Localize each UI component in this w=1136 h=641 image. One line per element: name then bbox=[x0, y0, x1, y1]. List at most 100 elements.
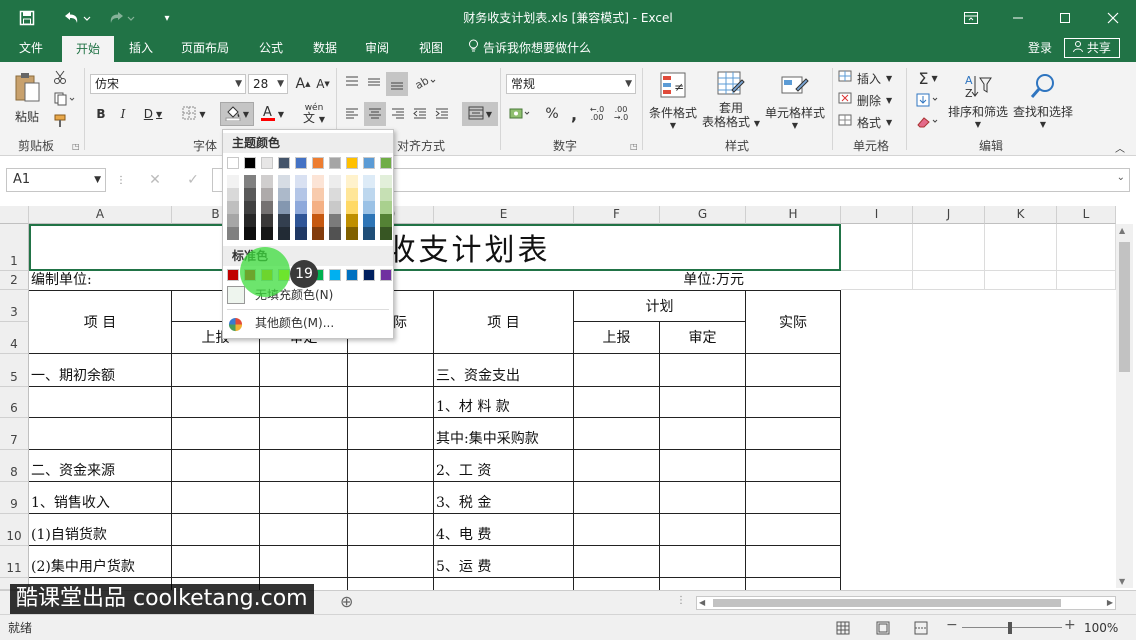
value-cell[interactable] bbox=[574, 482, 660, 514]
value-cell[interactable] bbox=[660, 578, 746, 590]
value-cell[interactable] bbox=[172, 546, 260, 578]
number-format-combo[interactable]: 常规 ▼ bbox=[506, 74, 636, 94]
row-header[interactable]: 3 bbox=[0, 290, 29, 322]
theme-shade-swatch[interactable] bbox=[278, 227, 290, 240]
phonetic-button[interactable]: wén 文 ▼ bbox=[296, 102, 332, 126]
format-painter-icon[interactable] bbox=[50, 112, 70, 130]
enter-edit-icon[interactable]: ✓ bbox=[178, 170, 208, 190]
right-item-cell[interactable]: 2、工 资 bbox=[434, 450, 574, 482]
column-header[interactable]: L bbox=[1057, 206, 1116, 224]
value-cell[interactable] bbox=[172, 450, 260, 482]
theme-shade-swatch[interactable] bbox=[278, 201, 290, 214]
value-cell[interactable] bbox=[574, 418, 660, 450]
value-cell[interactable] bbox=[574, 354, 660, 387]
row-header[interactable]: 5 bbox=[0, 354, 29, 387]
theme-color-swatch[interactable] bbox=[227, 157, 239, 169]
row-header[interactable]: 2 bbox=[0, 271, 29, 290]
format-cells-button[interactable]: 格式 ▼ bbox=[838, 112, 900, 132]
theme-shade-swatch[interactable] bbox=[312, 214, 324, 227]
theme-shade-swatch[interactable] bbox=[329, 175, 341, 188]
row-header[interactable]: 11 bbox=[0, 546, 29, 578]
align-center-icon[interactable] bbox=[364, 102, 386, 126]
theme-shade-swatch[interactable] bbox=[329, 188, 341, 201]
worksheet-grid[interactable]: A B C D E F G H I J K L 1 2 3 4 5 6 7 8 … bbox=[0, 206, 1136, 590]
sort-filter-button[interactable]: AZ 排序和筛选 ▼ bbox=[946, 68, 1010, 132]
select-all-corner[interactable] bbox=[0, 206, 29, 224]
theme-shade-swatch[interactable] bbox=[312, 201, 324, 214]
value-cell[interactable] bbox=[348, 418, 434, 450]
increase-decimal-icon[interactable]: ←.0.00 bbox=[586, 104, 608, 124]
theme-shade-swatch[interactable] bbox=[380, 214, 392, 227]
left-item-cell[interactable]: 二、资金来源 bbox=[29, 450, 172, 482]
value-cell[interactable] bbox=[746, 578, 841, 590]
align-top-icon[interactable] bbox=[342, 72, 362, 92]
font-color-button[interactable]: A ▼ bbox=[256, 102, 288, 126]
horizontal-scroll-thumb[interactable] bbox=[713, 599, 1061, 607]
theme-shade-swatch[interactable] bbox=[329, 201, 341, 214]
decrease-indent-icon[interactable] bbox=[410, 104, 430, 124]
value-cell[interactable] bbox=[260, 546, 348, 578]
theme-shade-swatch[interactable] bbox=[295, 175, 307, 188]
orientation-icon[interactable]: ab bbox=[412, 72, 442, 92]
row-header[interactable]: 1 bbox=[0, 224, 29, 271]
value-cell[interactable] bbox=[574, 514, 660, 546]
theme-shade-swatch[interactable] bbox=[329, 214, 341, 227]
standard-color-swatch[interactable] bbox=[346, 269, 358, 281]
tab-data[interactable]: 数据 bbox=[302, 36, 348, 62]
cut-icon[interactable] bbox=[50, 68, 70, 86]
format-as-table-button[interactable]: 套用 表格格式 ▼ bbox=[702, 68, 760, 132]
theme-color-swatch[interactable] bbox=[261, 157, 273, 169]
value-cell[interactable] bbox=[746, 450, 841, 482]
theme-shade-swatch[interactable] bbox=[380, 188, 392, 201]
theme-shade-swatch[interactable] bbox=[380, 175, 392, 188]
header-plan-right[interactable]: 计划 bbox=[574, 290, 746, 322]
theme-shade-swatch[interactable] bbox=[261, 188, 273, 201]
theme-shade-swatch[interactable] bbox=[363, 227, 375, 240]
underline-button[interactable]: D ▼ bbox=[138, 104, 168, 124]
bold-button[interactable]: B bbox=[92, 104, 110, 124]
shrink-font-icon[interactable]: A ▼ bbox=[314, 74, 332, 94]
ribbon-display-icon[interactable] bbox=[948, 0, 994, 36]
value-cell[interactable] bbox=[260, 450, 348, 482]
right-item-cell[interactable]: 其中:集中采购款 bbox=[434, 418, 574, 450]
value-cell[interactable] bbox=[660, 450, 746, 482]
empty-cell[interactable] bbox=[841, 224, 913, 271]
header-report-right[interactable]: 上报 bbox=[574, 322, 660, 354]
empty-cell[interactable] bbox=[985, 271, 1057, 290]
decrease-decimal-icon[interactable]: .00 →.0 bbox=[610, 104, 632, 124]
empty-cell[interactable] bbox=[1057, 224, 1116, 271]
clear-eraser-icon[interactable] bbox=[912, 112, 944, 132]
row-header[interactable]: 4 bbox=[0, 322, 29, 354]
value-cell[interactable] bbox=[574, 387, 660, 418]
left-item-cell[interactable] bbox=[29, 387, 172, 418]
theme-shade-swatch[interactable] bbox=[363, 214, 375, 227]
value-cell[interactable] bbox=[348, 578, 434, 590]
theme-shade-swatch[interactable] bbox=[346, 214, 358, 227]
theme-color-swatch[interactable] bbox=[363, 157, 375, 169]
tab-insert[interactable]: 插入 bbox=[118, 36, 164, 62]
value-cell[interactable] bbox=[348, 482, 434, 514]
empty-cell[interactable] bbox=[913, 224, 985, 271]
theme-color-swatch[interactable] bbox=[380, 157, 392, 169]
page-layout-view-icon[interactable] bbox=[876, 621, 890, 638]
value-cell[interactable] bbox=[574, 546, 660, 578]
accounting-format-icon[interactable] bbox=[506, 104, 536, 124]
theme-color-swatch[interactable] bbox=[278, 157, 290, 169]
theme-shade-swatch[interactable] bbox=[295, 214, 307, 227]
increase-indent-icon[interactable] bbox=[432, 104, 452, 124]
right-item-cell[interactable]: 3、税 金 bbox=[434, 482, 574, 514]
tab-file[interactable]: 文件 bbox=[10, 36, 52, 62]
theme-color-swatch[interactable] bbox=[329, 157, 341, 169]
insert-cells-button[interactable]: 插入 ▼ bbox=[838, 68, 900, 88]
value-cell[interactable] bbox=[746, 387, 841, 418]
value-cell[interactable] bbox=[574, 450, 660, 482]
theme-shade-swatch[interactable] bbox=[227, 188, 239, 201]
merge-center-button[interactable]: ▼ bbox=[462, 102, 498, 126]
theme-shade-swatch[interactable] bbox=[227, 201, 239, 214]
share-button[interactable]: 共享 bbox=[1064, 38, 1120, 58]
value-cell[interactable] bbox=[348, 354, 434, 387]
row-header[interactable]: 6 bbox=[0, 387, 29, 418]
minimize-icon[interactable] bbox=[995, 0, 1041, 36]
tab-view[interactable]: 视图 bbox=[408, 36, 454, 62]
value-cell[interactable] bbox=[746, 546, 841, 578]
